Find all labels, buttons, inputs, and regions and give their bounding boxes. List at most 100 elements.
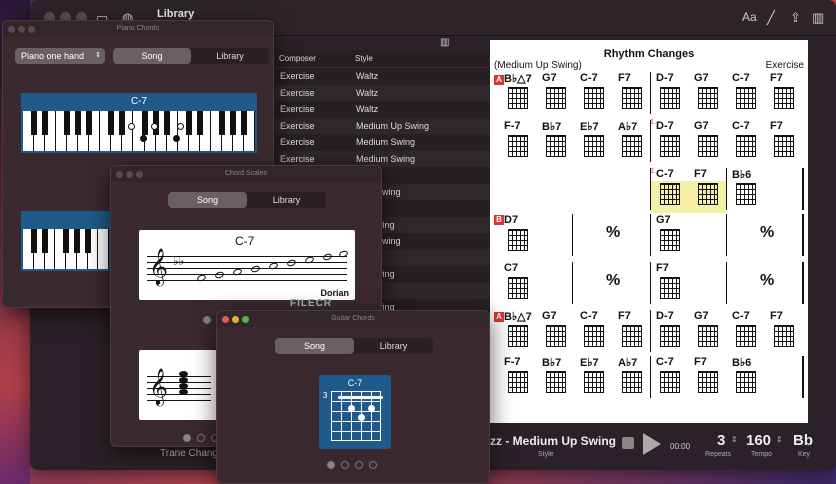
chord-diagram[interactable]: B♭6 xyxy=(732,168,766,212)
chord-diagram[interactable]: B♭7 xyxy=(542,120,576,164)
chord-diagram[interactable]: D-7 xyxy=(656,120,690,164)
chord-diagram[interactable]: G7 xyxy=(694,310,728,354)
instrument-select[interactable]: Piano one hand ⇕ xyxy=(15,48,105,64)
chord-diagram[interactable]: B♭△7 xyxy=(504,72,538,116)
chord-symbol: C-7 xyxy=(656,168,674,180)
table-row[interactable]: Exercise Medium Swing xyxy=(275,134,490,151)
chord-diagram[interactable]: D-7 xyxy=(656,72,690,116)
song-library-toggle[interactable]: Song Library xyxy=(113,48,269,64)
chord-diagram[interactable]: C-7 xyxy=(580,72,614,116)
bar-line xyxy=(726,214,727,256)
chord-grid xyxy=(660,87,680,109)
chord-diagram[interactable]: F7 xyxy=(618,72,652,116)
chord-diagram[interactable]: G7 xyxy=(542,310,576,354)
chord-diagram[interactable]: F-7 xyxy=(504,120,538,164)
chord-diagram[interactable]: G7 xyxy=(694,120,728,164)
chord-symbol: C-7 xyxy=(580,72,598,84)
tab-song[interactable]: Song xyxy=(275,338,354,354)
chord-diagram[interactable]: F7 xyxy=(770,120,804,164)
chord-diagram[interactable]: G7 xyxy=(542,72,576,116)
chord-diagram[interactable]: E♭7 xyxy=(580,356,614,400)
sidebar-toggle-icon[interactable]: ▥ xyxy=(812,10,824,26)
chord-diagram[interactable]: C-7 xyxy=(656,168,690,212)
play-icon[interactable] xyxy=(643,433,661,455)
close-button[interactable] xyxy=(116,171,123,178)
chord-grid xyxy=(508,87,528,109)
guitar-chords-panel[interactable]: Guitar Chords Song Library C-7 3 xyxy=(216,310,490,484)
zoom-button[interactable] xyxy=(136,171,143,178)
bar-line xyxy=(802,356,804,398)
style-name[interactable]: zz - Medium Up Swing xyxy=(490,434,616,448)
chord-diagram[interactable]: F-7 xyxy=(504,356,538,400)
share-icon[interactable]: ⇪ xyxy=(790,10,801,26)
pencil-icon[interactable]: ╱ xyxy=(767,10,775,26)
chord-grid xyxy=(698,325,718,347)
song-library-toggle[interactable]: Song Library xyxy=(168,192,326,208)
chord-diagram[interactable]: C7 xyxy=(504,262,538,306)
tab-library[interactable]: Library xyxy=(191,48,269,64)
tab-song[interactable]: Song xyxy=(113,48,191,64)
chord-diagram[interactable]: G7 xyxy=(656,214,690,258)
tempo-value[interactable]: 160 xyxy=(746,432,771,449)
tab-library[interactable]: Library xyxy=(247,192,326,208)
song-title-partial[interactable]: Trane Chang xyxy=(160,448,218,459)
tab-song[interactable]: Song xyxy=(168,192,247,208)
chord-diagram[interactable]: C-7 xyxy=(732,120,766,164)
page-dots[interactable] xyxy=(327,461,377,469)
chord-diagram[interactable]: F7 xyxy=(770,72,804,116)
chord-diagram[interactable]: F7 xyxy=(618,310,652,354)
chord-diagram[interactable]: F7 xyxy=(656,262,690,306)
chord-diagram[interactable]: A♭7 xyxy=(618,356,652,400)
close-button[interactable] xyxy=(8,26,15,33)
page-dots[interactable] xyxy=(183,434,219,442)
chord-diagram[interactable]: B♭7 xyxy=(542,356,576,400)
bar-line xyxy=(572,262,573,304)
chord-diagram[interactable]: C-7 xyxy=(732,310,766,354)
simile-mark: % xyxy=(760,224,775,241)
chord-diagram[interactable]: F7 xyxy=(694,168,728,212)
tab-library[interactable]: Library xyxy=(354,338,433,354)
minimize-button[interactable] xyxy=(232,316,239,323)
chord-diagram[interactable]: D-7 xyxy=(656,310,690,354)
chord-symbol: G7 xyxy=(694,310,709,322)
chord-symbol: B♭6 xyxy=(732,169,752,181)
table-row[interactable]: Exercise Medium Up Swing xyxy=(275,117,490,134)
chord-diagram[interactable]: B♭6 xyxy=(732,356,766,400)
table-row[interactable]: Exercise Waltz xyxy=(275,84,490,101)
chord-grid xyxy=(660,135,680,157)
bar-line xyxy=(650,310,651,352)
tempo-stepper-icon[interactable]: ⇕ xyxy=(776,435,783,444)
key-value[interactable]: Bb xyxy=(793,432,813,449)
table-row[interactable]: Exercise Waltz xyxy=(275,68,490,85)
chord-grid xyxy=(660,183,680,205)
chord-grid xyxy=(508,229,528,251)
text-size-icon[interactable]: Aa xyxy=(742,10,757,24)
cell-style: Waltz xyxy=(356,71,379,81)
chord-diagram[interactable]: B♭△7 xyxy=(504,310,538,354)
zoom-button[interactable] xyxy=(242,316,249,323)
stop-button[interactable] xyxy=(622,437,634,449)
chord-diagram[interactable]: D7 xyxy=(504,214,538,258)
columns-icon[interactable]: ▥ xyxy=(440,37,449,48)
chord-diagram[interactable]: F7 xyxy=(770,310,804,354)
column-composer[interactable]: Composer xyxy=(275,50,351,67)
scale-note xyxy=(214,270,225,280)
chord-diagram[interactable]: E♭7 xyxy=(580,120,614,164)
chord-diagram[interactable]: F7 xyxy=(694,356,728,400)
table-row[interactable]: Exercise Waltz xyxy=(275,101,490,118)
close-button[interactable] xyxy=(222,316,229,323)
chord-diagram[interactable]: C-7 xyxy=(656,356,690,400)
minimize-button[interactable] xyxy=(126,171,133,178)
lead-sheet[interactable]: Rhythm Changes (Medium Up Swing) Exercis… xyxy=(490,40,808,423)
chord-diagram[interactable]: C-7 xyxy=(732,72,766,116)
zoom-button[interactable] xyxy=(28,26,35,33)
chord-diagram[interactable]: A♭7 xyxy=(618,120,652,164)
song-library-toggle[interactable]: Song Library xyxy=(275,338,433,354)
chord-diagram[interactable]: G7 xyxy=(694,72,728,116)
repeats-stepper-icon[interactable]: ⇕ xyxy=(731,435,738,444)
repeats-value[interactable]: 3 xyxy=(717,432,725,449)
column-style[interactable]: Style xyxy=(351,50,377,67)
chord-diagram[interactable]: C-7 xyxy=(580,310,614,354)
chord-grid xyxy=(660,371,680,393)
minimize-button[interactable] xyxy=(18,26,25,33)
